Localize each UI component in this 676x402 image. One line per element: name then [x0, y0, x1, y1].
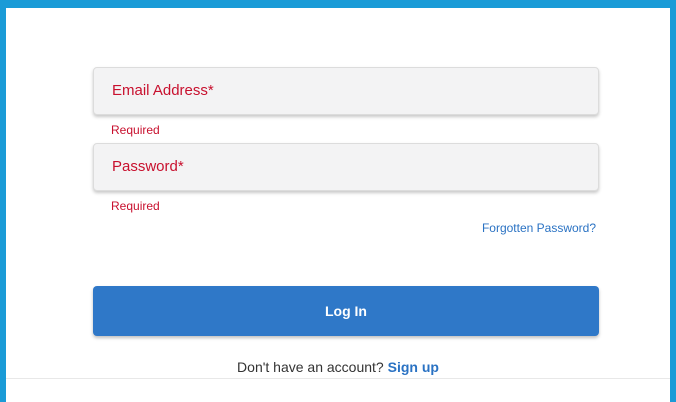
- email-error-message: Required: [111, 123, 160, 137]
- signup-row: Don't have an account? Sign up: [0, 359, 676, 375]
- forgot-password-link[interactable]: Forgotten Password?: [482, 221, 596, 235]
- signup-prompt: Don't have an account?: [237, 359, 384, 375]
- panel-bottom-divider: [6, 378, 670, 379]
- password-error-message: Required: [111, 199, 160, 213]
- password-input[interactable]: [94, 144, 598, 190]
- login-button[interactable]: Log In: [93, 286, 599, 336]
- login-panel-frame: [0, 0, 676, 402]
- email-field[interactable]: Email Address*: [93, 67, 599, 115]
- signup-link[interactable]: Sign up: [388, 359, 439, 375]
- email-input[interactable]: [94, 68, 598, 114]
- password-field[interactable]: Password*: [93, 143, 599, 191]
